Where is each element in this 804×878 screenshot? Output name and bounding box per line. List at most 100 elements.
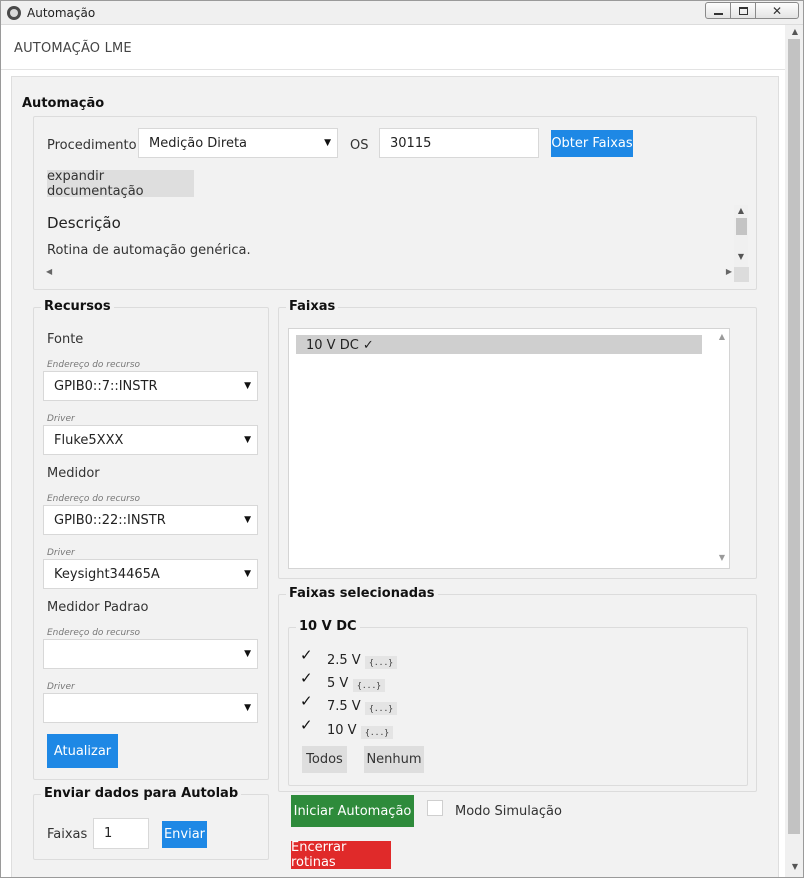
expandir-documentacao-label: expandir documentação	[47, 168, 144, 199]
checkbox-7-5v[interactable]: ✓	[300, 694, 314, 709]
scroll-up-icon[interactable]: ▲	[788, 26, 802, 38]
faixas-list-item-label: 10 V DC ✓	[306, 338, 374, 353]
medidor-endereco-select[interactable]: GPIB0::22::INSTR ▼	[43, 505, 258, 535]
todos-button[interactable]: Todos	[302, 746, 347, 773]
recursos-section-title: Recursos	[41, 299, 114, 314]
atualizar-button[interactable]: Atualizar	[47, 734, 118, 768]
procedimento-label: Procedimento	[47, 138, 137, 153]
details-chip[interactable]: {...}	[361, 726, 394, 739]
enviar-faixas-input[interactable]: 1	[93, 818, 149, 849]
expandir-documentacao-button[interactable]: expandir documentação	[47, 168, 194, 199]
details-chip[interactable]: {...}	[365, 656, 398, 669]
window-controls: ✕	[705, 2, 799, 19]
faixas-section-title: Faixas	[286, 299, 339, 314]
enviar-faixas-label: Faixas	[47, 827, 88, 842]
close-icon: ✕	[771, 3, 783, 18]
enviar-box: Enviar dados para Autolab Faixas 1 Envia…	[33, 786, 269, 860]
scroll-right-icon[interactable]: ▶	[726, 267, 732, 276]
page-vertical-scrollbar[interactable]: ▲ ▼	[785, 25, 803, 877]
main-panel: Automação Procedimento Medição Direta ▼ …	[11, 76, 779, 877]
faixas-listbox[interactable]: 10 V DC ✓ ▲ ▼	[288, 328, 730, 569]
todos-label: Todos	[306, 752, 343, 767]
nenhum-label: Nenhum	[366, 752, 422, 767]
medidor-padrao-driver-label: Driver	[47, 682, 75, 692]
app-header: AUTOMAÇÃO LME	[1, 25, 785, 70]
maximize-icon	[738, 6, 748, 15]
scroll-left-icon[interactable]: ◀	[46, 267, 52, 276]
app-window: Automação ✕ AUTOMAÇÃO LME Automação Proc…	[0, 0, 804, 878]
window-title: Automação	[27, 6, 96, 20]
scroll-down-icon[interactable]: ▼	[788, 861, 802, 873]
chevron-down-icon: ▼	[244, 569, 251, 579]
checkbox-label: 7.5 V	[327, 699, 361, 714]
checkbox-label: 5 V	[327, 676, 349, 691]
os-input[interactable]: 30115	[379, 128, 539, 158]
medidor-driver-value: Keysight34465A	[54, 567, 160, 582]
chevron-down-icon: ▼	[244, 435, 251, 445]
minimize-icon	[713, 12, 723, 15]
checkbox-2-5v[interactable]: ✓	[300, 648, 314, 663]
descricao-text: Rotina de automação genérica.	[47, 243, 251, 258]
os-label: OS	[350, 138, 369, 153]
enviar-button[interactable]: Enviar	[162, 821, 207, 848]
checkbox-label: 2.5 V	[327, 653, 361, 668]
obter-faixas-button[interactable]: Obter Faixas	[551, 130, 633, 157]
app-content: AUTOMAÇÃO LME Automação Procedimento Med…	[1, 25, 785, 877]
faixa-group-box: 10 V DC ✓ 2.5 V {...} ✓ 5 V {...} ✓ 7.5 …	[288, 619, 748, 786]
descricao-vertical-scrollbar[interactable]: ▲ ▼	[734, 205, 748, 267]
scroll-up-icon[interactable]: ▲	[715, 331, 729, 343]
fonte-endereco-value: GPIB0::7::INSTR	[54, 379, 158, 394]
close-button[interactable]: ✕	[755, 2, 799, 19]
modo-simulacao-label: Modo Simulação	[455, 804, 562, 819]
chevron-down-icon: ▼	[324, 138, 331, 148]
iniciar-automacao-button[interactable]: Iniciar Automação	[291, 795, 414, 827]
faixas-selecionadas-box: Faixas selecionadas 10 V DC ✓ 2.5 V {...…	[278, 586, 757, 792]
scrollbar-thumb[interactable]	[736, 218, 747, 235]
atualizar-label: Atualizar	[53, 743, 112, 759]
enviar-label: Enviar	[163, 827, 206, 842]
checkbox-5v[interactable]: ✓	[300, 671, 314, 686]
faixas-list-item[interactable]: 10 V DC ✓	[296, 335, 702, 354]
details-chip[interactable]: {...}	[365, 702, 398, 715]
descricao-title: Descrição	[47, 214, 121, 232]
fonte-driver-label: Driver	[47, 414, 75, 424]
os-value: 30115	[390, 136, 432, 151]
checkbox-label: 10 V	[327, 723, 357, 738]
app-globe-icon	[7, 6, 21, 20]
descricao-horizontal-scrollbar[interactable]: ◀ ▶	[44, 267, 734, 281]
fonte-endereco-select[interactable]: GPIB0::7::INSTR ▼	[43, 371, 258, 401]
app-header-title: AUTOMAÇÃO LME	[14, 41, 132, 56]
medidor-title: Medidor	[47, 466, 100, 481]
nenhum-button[interactable]: Nenhum	[364, 746, 424, 773]
fonte-driver-select[interactable]: Fluke5XXX ▼	[43, 425, 258, 455]
faixa-group-title: 10 V DC	[296, 619, 360, 634]
maximize-button[interactable]	[730, 2, 756, 19]
encerrar-rotinas-button[interactable]: Encerrar rotinas	[291, 840, 391, 870]
scroll-down-icon[interactable]: ▼	[734, 251, 748, 263]
scroll-down-icon[interactable]: ▼	[715, 552, 729, 564]
automacao-box: Procedimento Medição Direta ▼ OS 30115 O…	[33, 116, 757, 290]
medidor-padrao-endereco-label: Endereço do recurso	[47, 628, 141, 638]
medidor-padrao-endereco-select[interactable]: ▼	[43, 639, 258, 669]
procedimento-select[interactable]: Medição Direta ▼	[138, 128, 338, 158]
scroll-up-icon[interactable]: ▲	[734, 205, 748, 217]
recursos-box: Recursos Fonte Endereço do recurso GPIB0…	[33, 299, 269, 780]
enviar-section-title: Enviar dados para Autolab	[41, 786, 242, 801]
fonte-driver-value: Fluke5XXX	[54, 433, 124, 448]
details-chip[interactable]: {...}	[353, 679, 386, 692]
enviar-faixas-value: 1	[104, 826, 113, 841]
medidor-endereco-value: GPIB0::22::INSTR	[54, 513, 166, 528]
faixas-selecionadas-section-title: Faixas selecionadas	[286, 586, 438, 601]
medidor-driver-label: Driver	[47, 548, 75, 558]
fonte-endereco-label: Endereço do recurso	[47, 360, 141, 370]
medidor-driver-select[interactable]: Keysight34465A ▼	[43, 559, 258, 589]
medidor-padrao-title: Medidor Padrao	[47, 600, 149, 615]
modo-simulacao-checkbox[interactable]	[427, 800, 443, 816]
checkbox-10v[interactable]: ✓	[300, 718, 314, 733]
minimize-button[interactable]	[705, 2, 731, 19]
faixas-box: Faixas 10 V DC ✓ ▲ ▼	[278, 299, 757, 579]
faixas-vertical-scrollbar[interactable]: ▲ ▼	[715, 329, 729, 568]
medidor-padrao-driver-select[interactable]: ▼	[43, 693, 258, 723]
obter-faixas-label: Obter Faixas	[551, 136, 633, 151]
page-scrollbar-thumb[interactable]	[788, 39, 800, 834]
